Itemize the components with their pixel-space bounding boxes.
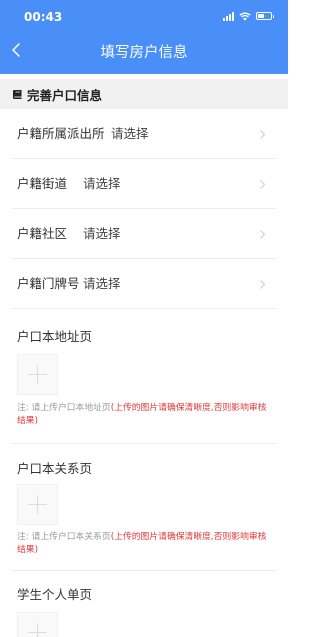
house-number-value[interactable]: 请选择 — [83, 259, 121, 309]
relationship-page-title: 户口本关系页 — [17, 461, 93, 476]
app-screen: 00:43 填写房户信息 完善户口信息 户籍所属派出所 请选择 户籍街道 请选择… — [0, 0, 288, 637]
relationship-page-note: 注: 请上传户口本关系页(上传的图片请确保清晰度,否则影响审核结果) — [17, 531, 275, 557]
signal-icon — [223, 11, 234, 21]
upload-hint: 注: 请上传户口本地址页 — [17, 403, 111, 413]
address-page-title: 户口本地址页 — [17, 329, 93, 344]
police-station-row[interactable]: 户籍所属派出所 请选择 — [0, 109, 288, 159]
book-icon — [13, 89, 22, 99]
section-title: 完善户口信息 — [27, 87, 103, 103]
police-station-label: 户籍所属派出所 — [17, 126, 105, 141]
street-value[interactable]: 请选择 — [83, 159, 121, 209]
page-title: 填写房户信息 — [100, 45, 188, 61]
chevron-right-icon — [260, 130, 266, 139]
battery-icon — [256, 12, 274, 20]
upload-hint: 注: 请上传户口本关系页 — [17, 532, 111, 542]
address-page-note: 注: 请上传户口本地址页(上传的图片请确保清晰度,否则影响审核结果) — [17, 402, 275, 428]
row-divider — [12, 308, 276, 309]
student-page-title: 学生个人单页 — [17, 587, 93, 602]
section-divider — [12, 443, 276, 444]
community-row[interactable]: 户籍社区 请选择 — [0, 209, 288, 259]
house-number-label: 户籍门牌号 — [17, 276, 80, 291]
chevron-right-icon — [260, 280, 266, 289]
chevron-right-icon — [260, 230, 266, 239]
street-row[interactable]: 户籍街道 请选择 — [0, 159, 288, 209]
community-label: 户籍社区 — [17, 226, 68, 241]
street-label: 户籍街道 — [17, 176, 68, 191]
police-station-value[interactable]: 请选择 — [111, 109, 149, 159]
status-icons — [223, 10, 274, 22]
top-bar: 00:43 填写房户信息 — [0, 0, 288, 74]
wifi-icon — [239, 12, 251, 21]
house-number-row[interactable]: 户籍门牌号 请选择 — [0, 259, 288, 309]
student-page-upload-button[interactable] — [17, 612, 58, 637]
section-divider — [12, 570, 276, 571]
status-time: 00:43 — [24, 10, 63, 24]
address-page-upload-button[interactable] — [17, 354, 58, 395]
community-value[interactable]: 请选择 — [83, 209, 121, 259]
chevron-right-icon — [260, 180, 266, 189]
relationship-page-upload-button[interactable] — [17, 484, 58, 525]
section-header: 完善户口信息 — [0, 79, 288, 109]
